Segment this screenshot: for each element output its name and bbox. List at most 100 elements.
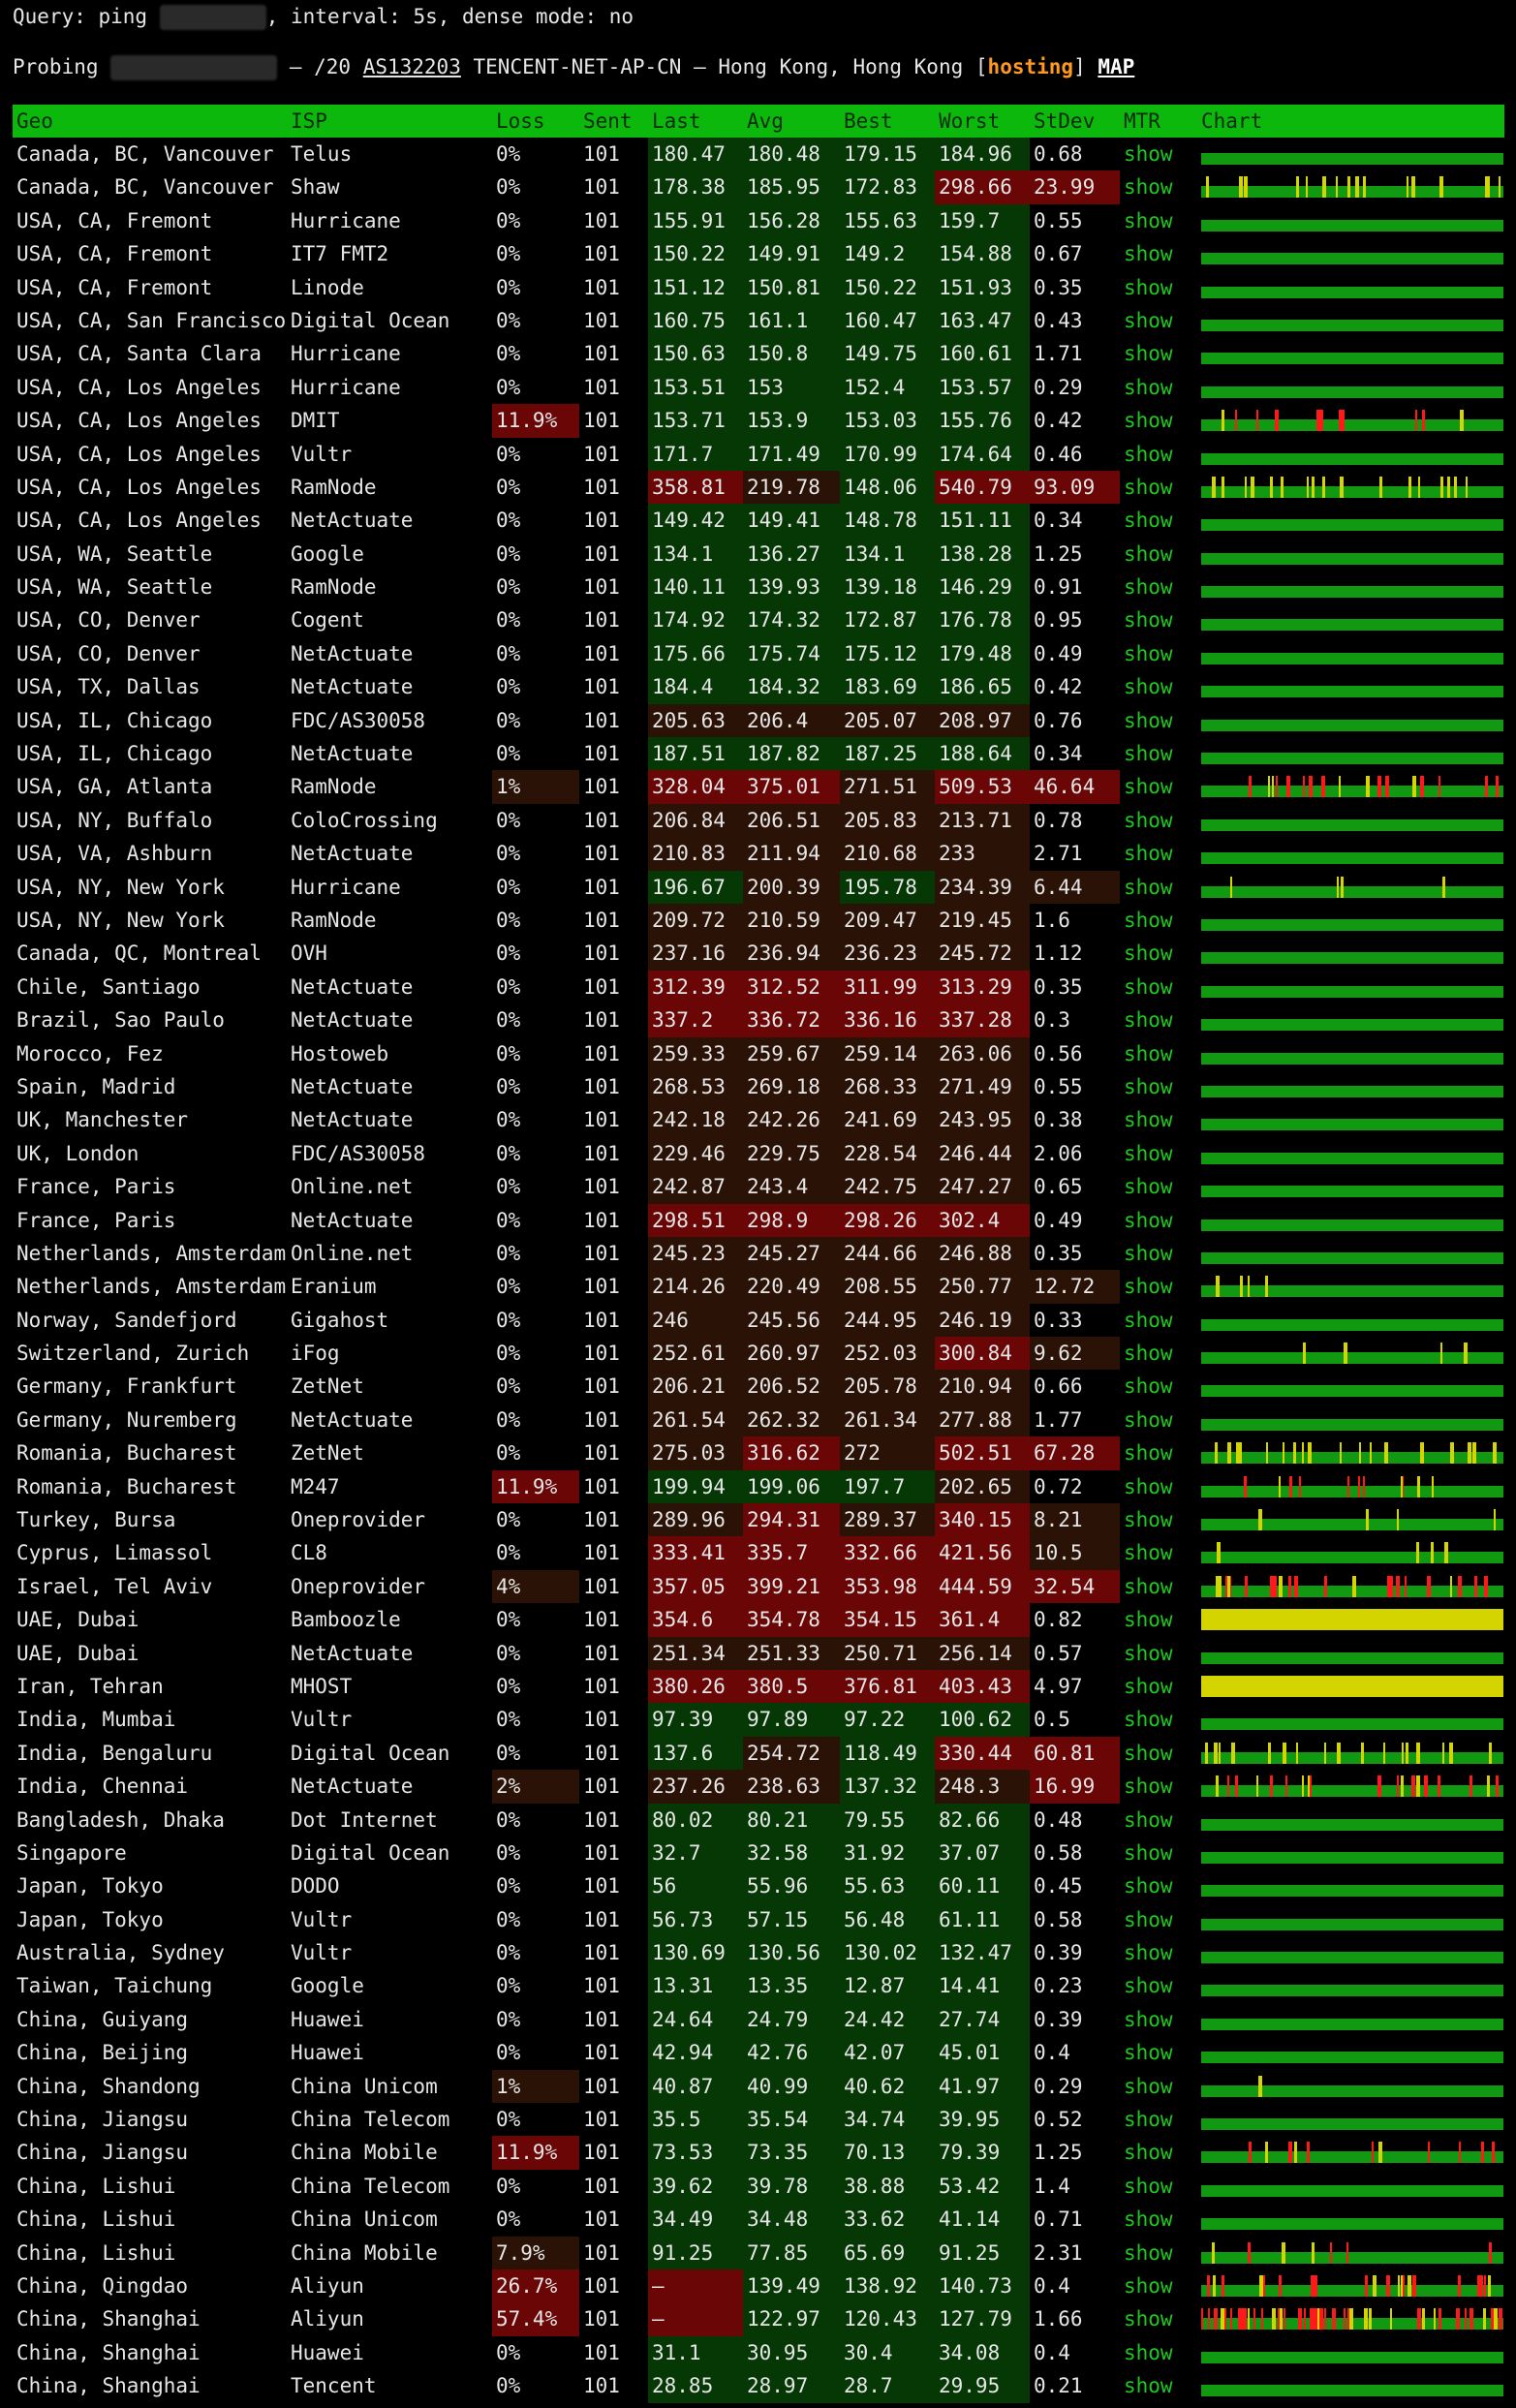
mtr-show-link[interactable]: show — [1120, 1804, 1197, 1837]
mtr-show-link[interactable]: show — [1120, 1436, 1197, 1469]
mtr-show-link[interactable]: show — [1120, 1137, 1197, 1170]
mtr-show-link[interactable]: show — [1120, 1670, 1197, 1703]
mtr-show-link[interactable]: show — [1120, 2203, 1197, 2236]
col-chart[interactable]: Chart — [1197, 105, 1504, 138]
mtr-show-link[interactable]: show — [1120, 471, 1197, 504]
mtr-show-link[interactable]: show — [1120, 2369, 1197, 2402]
mtr-show-link[interactable]: show — [1120, 770, 1197, 803]
mtr-show-link[interactable]: show — [1120, 2269, 1197, 2302]
cell-avg: 150.8 — [743, 337, 840, 371]
mtr-show-link[interactable]: show — [1120, 1837, 1197, 1869]
mtr-show-link[interactable]: show — [1120, 1304, 1197, 1337]
mtr-show-link[interactable]: show — [1120, 937, 1197, 970]
mtr-show-link[interactable]: show — [1120, 637, 1197, 670]
cell-last: 80.02 — [648, 1803, 743, 1837]
asn-link[interactable]: AS132203 — [363, 55, 461, 78]
mtr-show-link[interactable]: show — [1120, 237, 1197, 270]
mtr-show-link[interactable]: show — [1120, 371, 1197, 404]
mtr-show-link[interactable]: show — [1120, 337, 1197, 370]
mtr-show-link[interactable]: show — [1120, 438, 1197, 471]
mtr-show-link[interactable]: show — [1120, 1869, 1197, 1902]
mtr-show-link[interactable]: show — [1120, 204, 1197, 237]
mtr-show-link[interactable]: show — [1120, 2103, 1197, 2136]
col-stdev[interactable]: StDev — [1030, 105, 1120, 138]
mtr-show-link[interactable]: show — [1120, 1370, 1197, 1403]
table-row: USA, CA, Los Angeles Vultr 0% 101 171.7 171.4… — [13, 437, 1504, 471]
mtr-show-link[interactable]: show — [1120, 1404, 1197, 1436]
mtr-show-link[interactable]: show — [1120, 1969, 1197, 2002]
col-avg[interactable]: Avg — [743, 105, 840, 138]
cell-avg: 220.49 — [743, 1270, 840, 1304]
mtr-show-link[interactable]: show — [1120, 1603, 1197, 1636]
cell-last: 151.12 — [648, 270, 743, 304]
mtr-show-link[interactable]: show — [1120, 1737, 1197, 1770]
mtr-show-link[interactable]: show — [1120, 1470, 1197, 1503]
mtr-show-link[interactable]: show — [1120, 2237, 1197, 2269]
mtr-show-link[interactable]: show — [1120, 1503, 1197, 1536]
col-loss[interactable]: Loss — [492, 105, 579, 138]
mtr-show-link[interactable]: show — [1120, 1703, 1197, 1736]
mtr-show-link[interactable]: show — [1120, 1070, 1197, 1103]
mtr-show-link[interactable]: show — [1120, 1536, 1197, 1569]
table-row: China, Shandong China Unicom 1% 101 40.87 40.… — [13, 2069, 1504, 2104]
mtr-show-link[interactable]: show — [1120, 538, 1197, 571]
cell-sent: 101 — [583, 375, 619, 399]
mtr-show-link[interactable]: show — [1120, 603, 1197, 636]
chart-spike — [1402, 1742, 1404, 1764]
mtr-show-link[interactable]: show — [1120, 1237, 1197, 1270]
mtr-show-link[interactable]: show — [1120, 1103, 1197, 1136]
mtr-show-link[interactable]: show — [1120, 2036, 1197, 2069]
mtr-show-link[interactable]: show — [1120, 2003, 1197, 2036]
col-geo[interactable]: Geo — [13, 105, 287, 138]
mtr-show-link[interactable]: show — [1120, 1637, 1197, 1670]
cell-stdev: 8.21 — [1030, 1503, 1120, 1537]
mtr-show-link[interactable]: show — [1120, 2170, 1197, 2203]
map-link[interactable]: MAP — [1098, 55, 1134, 78]
cell-stdev: 0.35 — [1034, 275, 1083, 299]
mtr-show-link[interactable]: show — [1120, 1337, 1197, 1370]
mtr-show-link[interactable]: show — [1120, 837, 1197, 870]
mtr-show-link[interactable]: show — [1120, 2070, 1197, 2103]
mtr-show-link[interactable]: show — [1120, 2302, 1197, 2335]
cell-geo: Japan, Tokyo — [16, 1874, 164, 1899]
mtr-show-link[interactable]: show — [1120, 737, 1197, 770]
mtr-show-link[interactable]: show — [1120, 871, 1197, 904]
col-sent[interactable]: Sent — [579, 105, 637, 138]
col-best[interactable]: Best — [840, 105, 935, 138]
cell-stdev: 1.25 — [1034, 2141, 1083, 2165]
col-worst[interactable]: Worst — [935, 105, 1030, 138]
mtr-show-link[interactable]: show — [1120, 138, 1197, 170]
mtr-show-link[interactable]: show — [1120, 1270, 1197, 1303]
col-isp[interactable]: ISP — [287, 105, 492, 138]
mtr-show-link[interactable]: show — [1120, 1204, 1197, 1237]
cell-loss: 0% — [496, 375, 521, 399]
mtr-show-link[interactable]: show — [1120, 1170, 1197, 1203]
cell-isp: OVH — [291, 942, 327, 966]
cell-sent: 101 — [583, 775, 619, 799]
mtr-show-link[interactable]: show — [1120, 704, 1197, 737]
mtr-show-link[interactable]: show — [1120, 804, 1197, 837]
mtr-show-link[interactable]: show — [1120, 670, 1197, 703]
mtr-show-link[interactable]: show — [1120, 170, 1197, 203]
col-last[interactable]: Last — [648, 105, 743, 138]
chart-spike — [1281, 2308, 1283, 2331]
mtr-show-link[interactable]: show — [1120, 1936, 1197, 1969]
cell-worst: 39.95 — [935, 2103, 1030, 2137]
mtr-show-link[interactable]: show — [1120, 1770, 1197, 1803]
mtr-show-link[interactable]: show — [1120, 1037, 1197, 1070]
mtr-show-link[interactable]: show — [1120, 2136, 1197, 2169]
mtr-show-link[interactable]: show — [1120, 1903, 1197, 1936]
cell-avg: 260.97 — [743, 1337, 840, 1371]
col-mtr[interactable]: MTR — [1120, 105, 1197, 138]
mtr-show-link[interactable]: show — [1120, 971, 1197, 1003]
mtr-show-link[interactable]: show — [1120, 2336, 1197, 2369]
mtr-show-link[interactable]: show — [1120, 304, 1197, 337]
cell-isp: Huawei — [291, 2340, 364, 2364]
mtr-show-link[interactable]: show — [1120, 571, 1197, 603]
mtr-show-link[interactable]: show — [1120, 404, 1197, 437]
mtr-show-link[interactable]: show — [1120, 1570, 1197, 1603]
mtr-show-link[interactable]: show — [1120, 1003, 1197, 1036]
mtr-show-link[interactable]: show — [1120, 504, 1197, 537]
mtr-show-link[interactable]: show — [1120, 271, 1197, 304]
mtr-show-link[interactable]: show — [1120, 904, 1197, 937]
